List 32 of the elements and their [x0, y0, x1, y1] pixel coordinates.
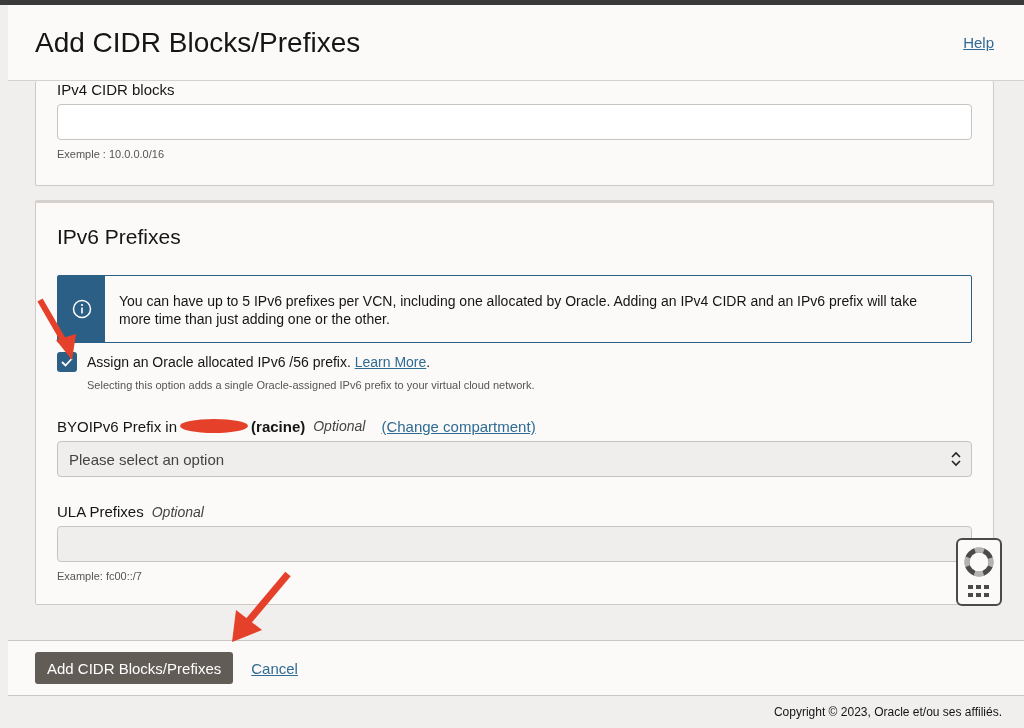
check-icon	[61, 357, 73, 367]
chevron-updown-icon	[951, 451, 961, 467]
checkbox-label: Assign an Oracle allocated IPv6 /56 prefix. Learn More.	[87, 354, 431, 370]
input-field[interactable]	[57, 526, 972, 562]
add-button[interactable]: Add CIDR Blocks/Prefixes	[35, 652, 234, 684]
help-link[interactable]: Help	[963, 34, 994, 51]
info-icon	[71, 299, 92, 319]
section-title: IPv6 Prefixes	[57, 225, 182, 249]
hint-text: Selecting this option adds a single Oracle-assigned IPv6 prefix to your virtual cloud network.	[87, 379, 536, 391]
field-label: ULA Prefixes	[57, 503, 144, 520]
change-compartment-link[interactable]: (Change compartment)	[381, 417, 536, 435]
hint-text: Exemple : 10.0.0.0/16	[57, 148, 165, 160]
lifebuoy-icon	[963, 546, 995, 579]
field-label: IPv4 CIDR blocks	[57, 81, 176, 98]
input-field[interactable]	[57, 104, 972, 140]
learn-more-link[interactable]: Learn More	[354, 354, 427, 370]
compartment-name: (racine)	[251, 417, 306, 435]
optional-label: Optional	[151, 503, 204, 520]
select-field[interactable]: Please select an option	[57, 441, 972, 477]
cancel-link[interactable]: Cancel	[251, 659, 298, 677]
help-widget[interactable]	[956, 538, 1002, 606]
dialog-title: Add CIDR Blocks/Prefixes	[35, 26, 361, 59]
info-text: You can have up to 5 IPv6 prefixes per VCN, including one allocated by Oracle. Adding an IPv4 CIDR and an IPv6 prefix will take more time than just adding one or the other.	[118, 292, 918, 329]
field-label: BYOIPv6 Prefix in	[57, 417, 178, 435]
annotation-arrow	[232, 571, 291, 642]
copyright-text: Copyright © 2023, Oracle et/ou ses affiliés.	[773, 705, 1002, 719]
optional-label: Optional	[313, 418, 366, 434]
checkbox[interactable]	[57, 352, 77, 372]
hint-text: Example: fc00::/7	[57, 570, 143, 582]
annotation-arrow	[37, 298, 76, 360]
grid-icon	[968, 584, 990, 598]
redaction-mark	[179, 417, 250, 435]
